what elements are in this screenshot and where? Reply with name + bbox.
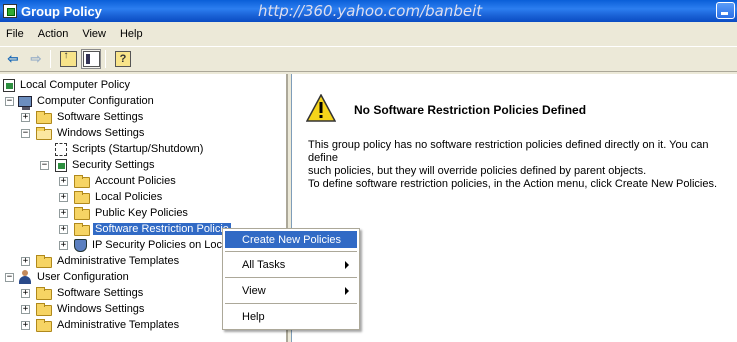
menu-help[interactable]: Help [113,28,150,40]
up-folder-icon [59,50,77,67]
details-instruction: To define software restriction policies,… [308,178,718,190]
open-folder-icon [36,126,52,140]
tree-item-windows-settings[interactable]: Windows Settings [36,301,146,317]
tree-item-scripts[interactable]: Scripts (Startup/Shutdown) [55,141,205,157]
tree-item-windows-settings[interactable]: Windows Settings [36,125,146,141]
back-arrow-icon[interactable]: ⇦ [3,49,23,69]
tree-item-security-settings[interactable]: Security Settings [55,157,157,173]
folder-icon [74,206,90,220]
tree-item-computer-configuration[interactable]: Computer Configuration [18,93,156,110]
show-hide-tree-icon [82,51,100,67]
description-line: This group policy has no software restri… [308,139,709,164]
collapse-toggle[interactable]: − [5,97,14,106]
tree-item-user-configuration[interactable]: User Configuration [18,269,131,285]
tree-item-public-key-policies[interactable]: Public Key Policies [74,205,190,221]
help-button[interactable]: ? [113,49,133,69]
watermark-text: http://360.yahoo.com/banbeit [258,2,483,20]
tree-item-software-settings[interactable]: Software Settings [36,109,145,125]
warning-icon [305,93,337,122]
toolbar-separator [50,50,51,68]
menu-item-all-tasks[interactable]: All Tasks [225,256,357,273]
folder-icon [36,286,52,300]
expand-toggle[interactable]: + [59,209,68,218]
tree-item-software-restriction-policies[interactable]: Software Restriction Policie [74,221,231,237]
folder-icon [74,222,90,236]
toolbar: ⇦ ⇨ ? [0,46,737,72]
details-heading: No Software Restriction Policies Defined [354,103,587,117]
window-title: Group Policy [21,3,102,19]
folder-icon [36,302,52,316]
forward-arrow-icon[interactable]: ⇨ [26,49,46,69]
folder-icon [36,254,52,268]
menu-file[interactable]: File [0,28,31,40]
collapse-toggle[interactable]: − [21,129,30,138]
expand-toggle[interactable]: + [59,177,68,186]
expand-toggle[interactable]: + [59,193,68,202]
expand-toggle[interactable]: + [21,289,30,298]
menu-bar: File Action View Help [0,23,737,45]
details-description: This group policy has no software restri… [308,139,737,178]
tree-item-local-policies[interactable]: Local Policies [74,189,164,205]
menu-item-help[interactable]: Help [225,308,357,325]
folder-icon [74,190,90,204]
tree-item-account-policies[interactable]: Account Policies [74,173,178,189]
menu-item-view[interactable]: View [225,282,357,299]
expand-toggle[interactable]: + [21,321,30,330]
help-icon: ? [115,51,131,67]
expand-toggle[interactable]: + [59,241,68,250]
menu-separator [225,277,357,278]
expand-toggle[interactable]: + [21,113,30,122]
tree-item-administrative-templates[interactable]: Administrative Templates [36,317,181,333]
ip-security-icon [74,238,87,252]
user-icon [18,270,32,284]
submenu-arrow-icon [345,287,349,295]
tree-item-software-settings[interactable]: Software Settings [36,285,145,301]
group-policy-app-icon [3,4,17,18]
menu-action[interactable]: Action [31,28,76,40]
toolbar-separator [105,50,106,68]
expand-toggle[interactable]: + [21,305,30,314]
tree-item-local-computer-policy[interactable]: Local Computer Policy [3,77,132,93]
context-menu: Create New Policies All Tasks View Help [222,228,360,330]
expand-toggle[interactable]: + [21,257,30,266]
tree-item-ip-security-policies[interactable]: IP Security Policies on Loca [74,237,230,253]
menu-view[interactable]: View [75,28,113,40]
show-hide-tree-button[interactable] [81,49,101,69]
menu-separator [225,303,357,304]
security-settings-icon [55,158,67,172]
tree-item-administrative-templates[interactable]: Administrative Templates [36,253,181,269]
folder-icon [36,318,52,332]
submenu-arrow-icon [345,261,349,269]
menu-item-create-new-policies[interactable]: Create New Policies [225,231,357,248]
policy-icon [3,78,15,92]
title-bar[interactable]: Group Policy http://360.yahoo.com/banbei… [0,0,737,22]
minimize-button[interactable] [716,2,735,19]
computer-icon [18,96,32,110]
expand-toggle[interactable]: + [59,225,68,234]
up-folder-button[interactable] [58,49,78,69]
menu-separator [225,251,357,252]
folder-icon [74,174,90,188]
script-icon [55,142,67,156]
collapse-toggle[interactable]: − [5,273,14,282]
collapse-toggle[interactable]: − [40,161,49,170]
description-line: such policies, but they will override po… [308,165,647,177]
folder-icon [36,110,52,124]
